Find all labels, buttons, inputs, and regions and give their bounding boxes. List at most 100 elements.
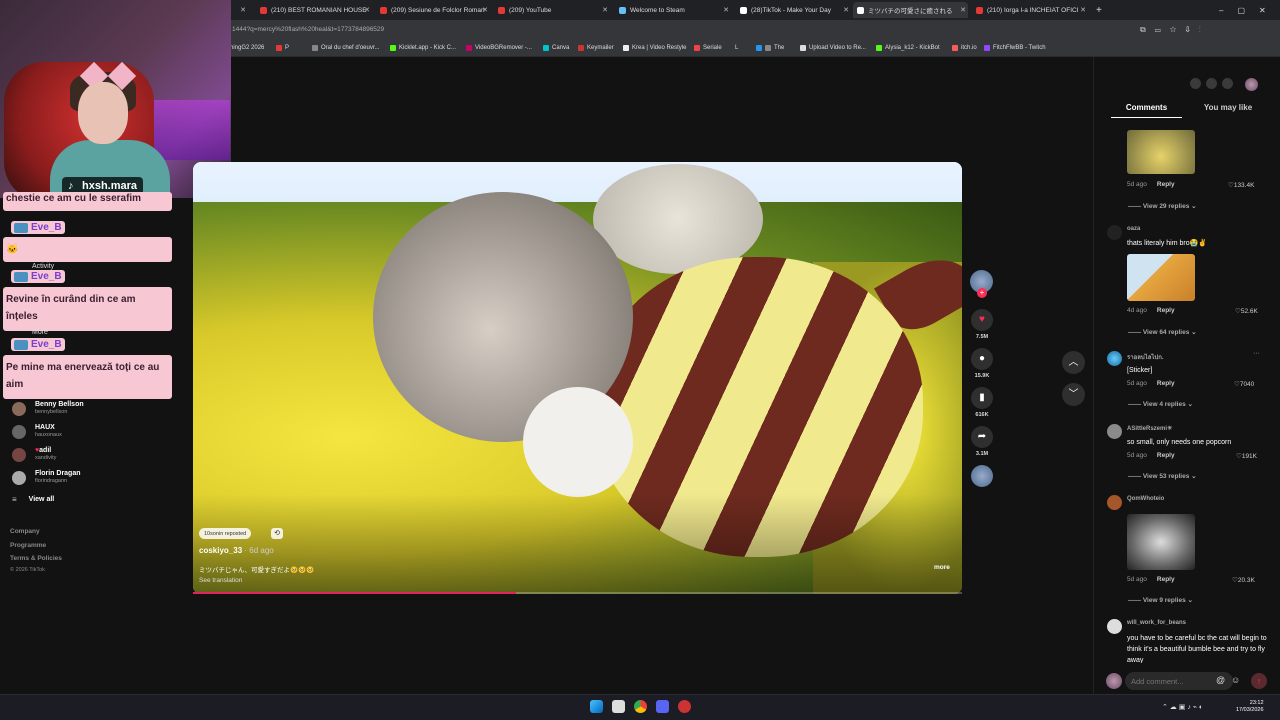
following-item[interactable]: Benny Bellson bennybellson — [12, 401, 84, 416]
comment-username[interactable]: oaza — [1127, 226, 1140, 232]
comment-likes[interactable]: ♡7040 — [1234, 380, 1254, 388]
tab-iorga[interactable]: (210) Iorga l-a INCHEIAT OFICI ✕ — [972, 2, 1088, 18]
footer-link[interactable]: Programme — [10, 542, 46, 549]
more-link[interactable]: more — [934, 564, 950, 571]
device-icon[interactable] — [1206, 78, 1217, 89]
bookmark-item[interactable]: L — [735, 45, 738, 51]
author-avatar[interactable]: + — [970, 270, 993, 298]
obs-icon[interactable] — [678, 700, 691, 713]
tab-you-may-like[interactable]: You may like — [1190, 103, 1266, 112]
following-item[interactable]: HAUX hauxonaux — [12, 424, 62, 439]
tab-steam[interactable]: Welcome to Steam ✕ — [615, 2, 731, 18]
bookmark-item[interactable]: Krea | Video Restyle — [623, 45, 686, 51]
video-progress-bar[interactable] — [193, 592, 962, 594]
tab-folclor[interactable]: (209) Sesiune de Folclor Roman ✕ — [376, 2, 490, 18]
bookmark-item[interactable]: ningG2 2026 — [230, 45, 264, 51]
view-replies-link[interactable]: —— View 53 replies ⌄ — [1128, 472, 1197, 480]
bookmark-item[interactable]: Keymailer — [578, 45, 614, 51]
save-button[interactable]: ▮ 616K — [971, 387, 993, 418]
reply-button[interactable]: Reply — [1157, 307, 1175, 314]
reply-button[interactable]: Reply — [1157, 576, 1175, 583]
music-disc[interactable] — [971, 465, 993, 487]
close-icon[interactable]: ✕ — [960, 6, 966, 14]
close-icon[interactable]: ✕ — [1080, 6, 1086, 14]
tab-comments[interactable]: Comments — [1111, 103, 1182, 112]
bookmark-item[interactable]: itch.io — [952, 45, 977, 51]
view-replies-link[interactable]: —— View 64 replies ⌄ — [1128, 328, 1197, 336]
reply-button[interactable]: Reply — [1157, 380, 1175, 387]
view-all-link[interactable]: ≡ View all — [12, 495, 54, 504]
comment-username[interactable]: ราอลบไลไปก. — [1127, 352, 1164, 362]
comment-likes[interactable]: ♡191K — [1236, 452, 1257, 460]
bookmark-item[interactable]: Canva — [543, 45, 569, 51]
discord-icon[interactable] — [656, 700, 669, 713]
close-icon[interactable]: ✕ — [482, 6, 488, 14]
system-clock[interactable]: 23:12 17/03/2026 — [1236, 700, 1264, 714]
close-icon[interactable]: ✕ — [240, 6, 246, 14]
following-item[interactable]: Florin Dragan florindragann — [12, 470, 81, 485]
repost-badge[interactable]: 10sonin reposted — [199, 528, 252, 539]
tab-partial[interactable]: ✕ — [230, 2, 248, 18]
download-icon[interactable] — [1222, 78, 1233, 89]
close-icon[interactable]: ✕ — [723, 6, 729, 14]
comment-username[interactable]: QomWhoteio — [1127, 496, 1164, 502]
footer-link[interactable]: Terms & Policies — [10, 555, 62, 562]
more-options-icon[interactable]: ··· — [1253, 350, 1260, 357]
bookmark-item[interactable]: Alysia_k12 - KickBot — [876, 45, 940, 51]
avatar[interactable] — [1107, 619, 1122, 634]
follow-plus-icon[interactable]: + — [977, 288, 987, 298]
toolbar-icons[interactable]: ⧉▭☆⇩⋮ — [1140, 25, 1210, 35]
sidebar-more-label[interactable]: More — [32, 329, 48, 336]
window-controls[interactable]: –▢✕ — [1215, 2, 1275, 18]
like-button[interactable]: ♥ 7.5M — [971, 309, 993, 340]
bookmark-item[interactable]: Upload Video to Re... — [800, 45, 866, 51]
tab-best-romanian-house[interactable]: (210) BEST ROMANIAN HOUSE ✕ — [256, 2, 372, 18]
profile-avatar[interactable] — [1245, 78, 1258, 91]
footer-link[interactable]: Company — [10, 528, 40, 535]
reply-button[interactable]: Reply — [1157, 452, 1175, 459]
tab-tiktok[interactable]: (28)TikTok - Make Your Day ✕ — [736, 2, 851, 18]
url-field[interactable]: 1444?q=mercy%20flash%20heal&t=1773784896… — [232, 26, 384, 33]
video-player[interactable] — [193, 162, 962, 594]
tab-active-bee-cat[interactable]: ミツバチの可愛さに癒される ✕ — [853, 2, 968, 18]
avatar[interactable] — [1107, 351, 1122, 366]
chrome-icon[interactable] — [634, 700, 647, 713]
next-video-button[interactable]: ﹀ — [1062, 383, 1085, 406]
settings-icon[interactable] — [1190, 78, 1201, 89]
bookmark-item[interactable]: Oral du chef d'oeuvr... — [312, 45, 380, 51]
following-item[interactable]: ♥adil xandivity — [12, 447, 56, 462]
comment-likes[interactable]: ♡52.6K — [1235, 307, 1258, 315]
share-button[interactable]: ➦ 3.1M — [971, 426, 993, 457]
avatar[interactable] — [1107, 225, 1122, 240]
view-replies-link[interactable]: —— View 29 replies ⌄ — [1128, 202, 1197, 210]
emoji-icon[interactable]: ☺ — [1231, 675, 1240, 685]
video-author[interactable]: coskiyo_33 · 6d ago — [199, 546, 274, 555]
comment-button[interactable]: ● 15.9K — [971, 348, 993, 379]
comment-likes[interactable]: ♡133.4K — [1228, 181, 1254, 189]
view-replies-link[interactable]: —— View 9 replies ⌄ — [1128, 596, 1193, 604]
new-tab-button[interactable]: + — [1092, 2, 1104, 18]
comment-likes[interactable]: ♡20.3K — [1232, 576, 1255, 584]
bookmark-item[interactable]: The — [756, 45, 784, 51]
reply-button[interactable]: Reply — [1157, 181, 1175, 188]
previous-video-button[interactable]: ︿ — [1062, 351, 1085, 374]
repost-icon[interactable]: ⟲ — [271, 528, 283, 539]
avatar[interactable] — [1107, 424, 1122, 439]
tray-icons[interactable]: ⌃ ☁ ▣ ♪ ⌁ ◐ — [1162, 703, 1203, 711]
close-icon[interactable]: ✕ — [843, 6, 849, 14]
bookmark-item[interactable]: Seriale — [694, 45, 722, 51]
view-replies-link[interactable]: —— View 4 replies ⌄ — [1128, 400, 1193, 408]
sidebar-activity-label[interactable]: Activity — [32, 263, 54, 270]
start-icon[interactable] — [590, 700, 603, 713]
avatar[interactable] — [1107, 495, 1122, 510]
tab-youtube[interactable]: (209) YouTube ✕ — [494, 2, 610, 18]
comment-image[interactable] — [1127, 514, 1195, 570]
bookmark-item[interactable]: VideoBGRemover -... — [466, 45, 532, 51]
mention-icon[interactable]: @ — [1216, 675, 1225, 685]
bookmark-item[interactable]: P — [276, 45, 289, 51]
comment-image[interactable] — [1127, 254, 1195, 301]
bookmark-item[interactable]: Kicklet.app - Kick C... — [390, 45, 456, 51]
comment-username[interactable]: ASittleRszemi☀ — [1127, 425, 1172, 432]
file-explorer-icon[interactable] — [612, 700, 625, 713]
close-icon[interactable]: ✕ — [364, 6, 370, 14]
